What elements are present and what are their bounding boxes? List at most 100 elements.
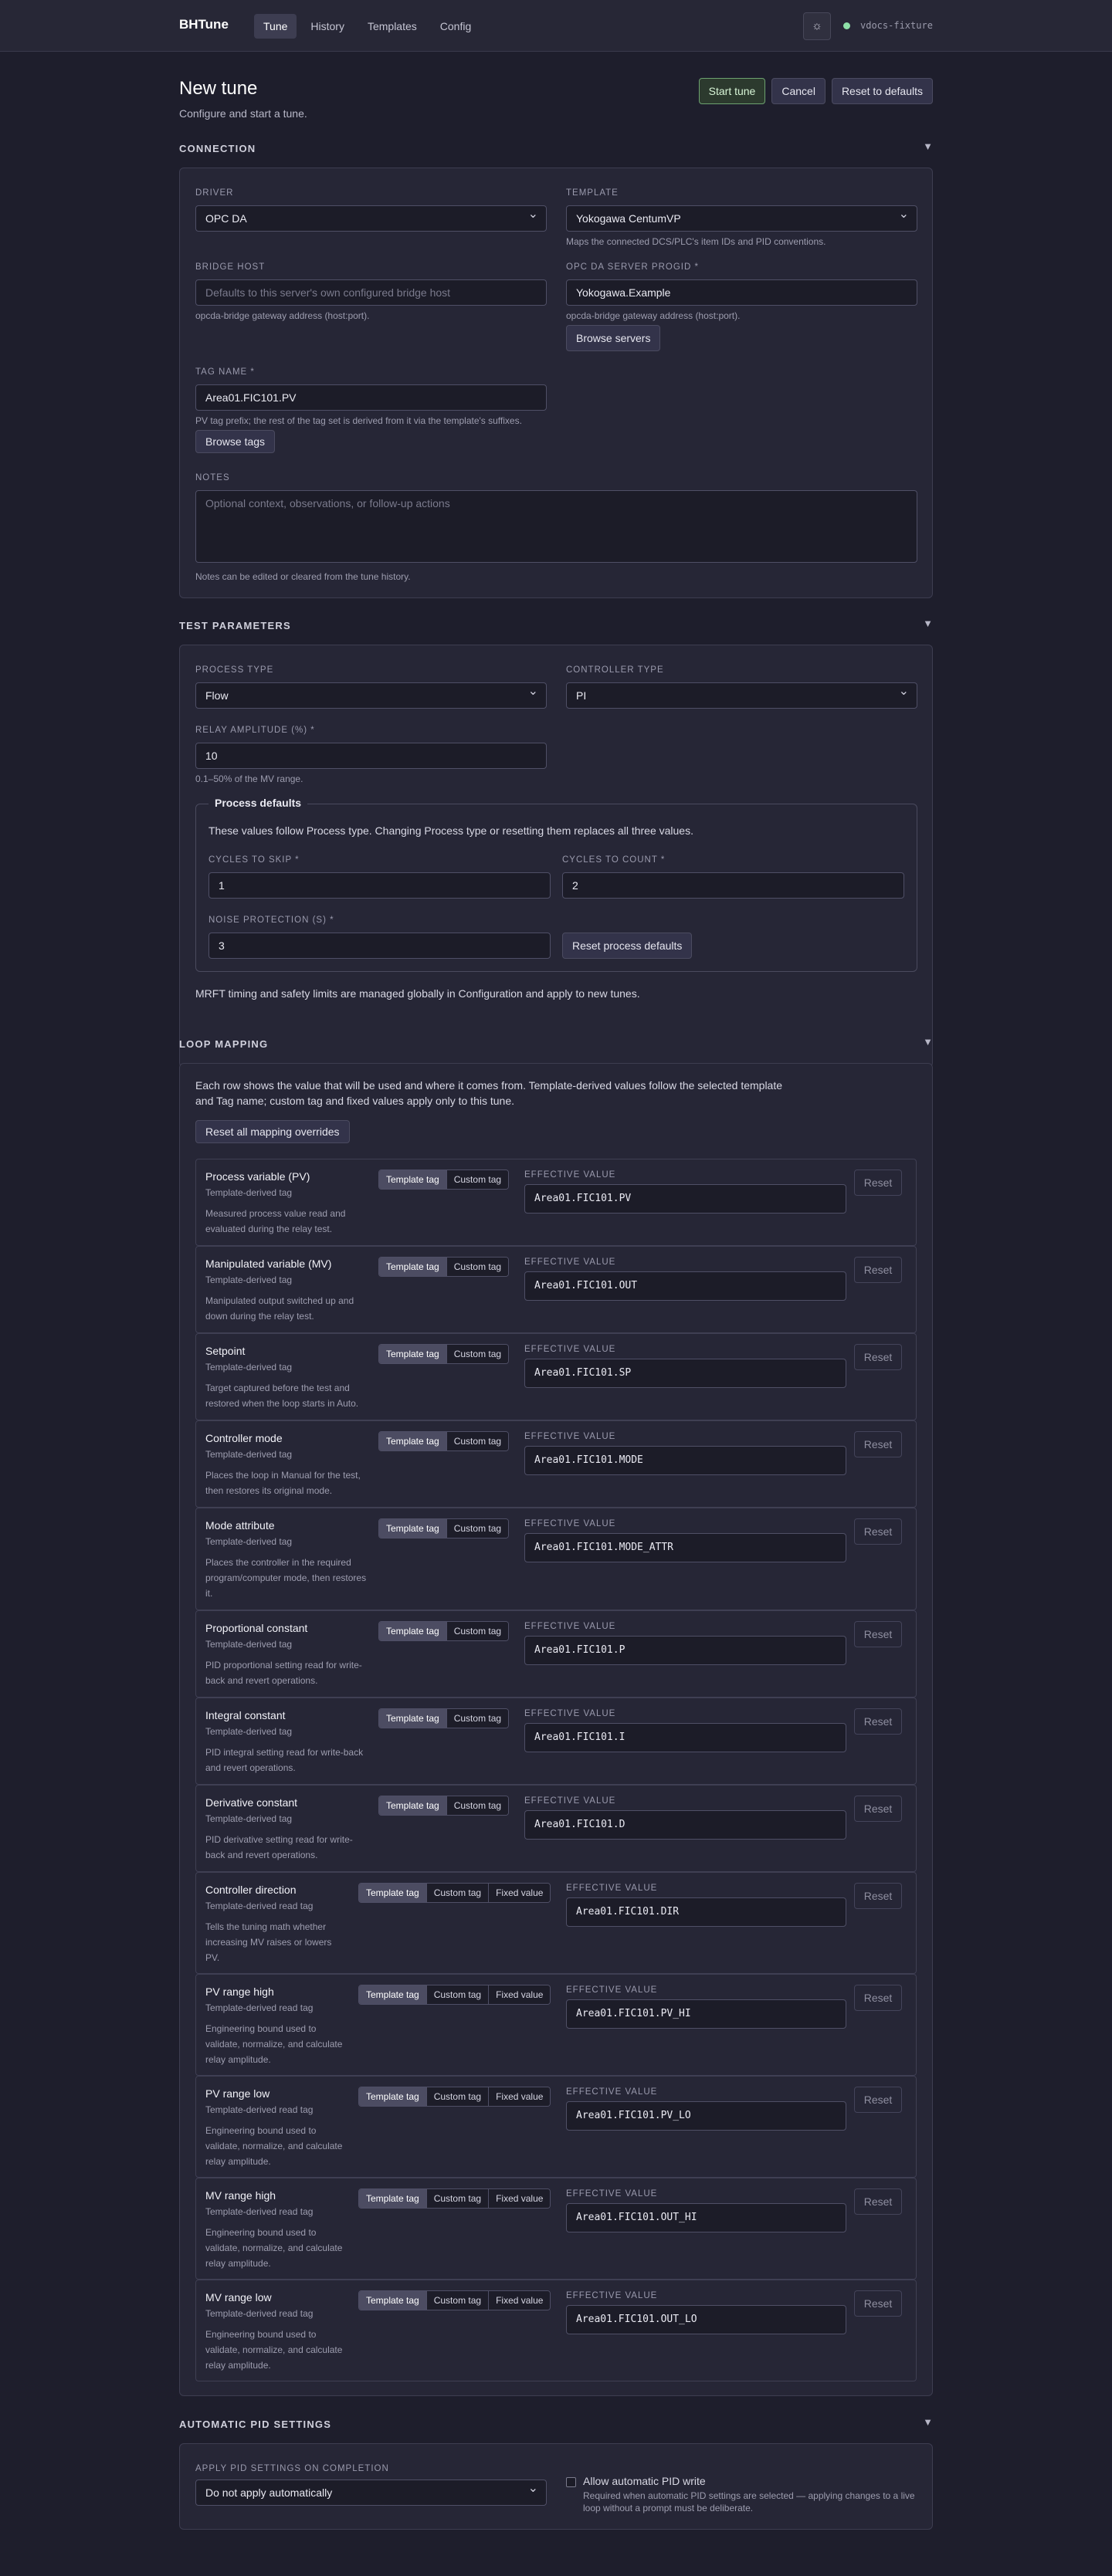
cycles-to-count-input[interactable]: 2	[562, 872, 904, 899]
reset-mapping-button[interactable]: Reset	[854, 1708, 902, 1735]
brand-logo[interactable]: BHTune	[179, 17, 229, 32]
custom-tag-option[interactable]: Custom tag	[425, 2087, 489, 2106]
reset-process-defaults-button[interactable]: Reset process defaults	[562, 933, 693, 959]
template-tag-option[interactable]: Template tag	[379, 1258, 446, 1276]
mapping-row-description-line: Places the controller in the required	[205, 1557, 351, 1568]
custom-tag-option[interactable]: Custom tag	[425, 1985, 489, 2004]
start-tune-button[interactable]: Start tune	[698, 78, 766, 104]
custom-tag-option[interactable]: Custom tag	[446, 1345, 509, 1363]
template-tag-option[interactable]: Template tag	[379, 1170, 446, 1189]
reset-all-mapping-overrides-button[interactable]: Reset all mapping overrides	[195, 1120, 350, 1143]
custom-tag-option[interactable]: Custom tag	[446, 1170, 509, 1189]
effective-value-field[interactable]: Area01.FIC101.MODE_ATTR	[524, 1533, 846, 1562]
theme-toggle-button[interactable]: ☼	[803, 12, 831, 40]
custom-tag-option[interactable]: Custom tag	[446, 1432, 509, 1450]
custom-tag-option[interactable]: Custom tag	[425, 2189, 489, 2208]
tab-tune[interactable]: Tune	[254, 14, 297, 39]
browse-tags-button[interactable]: Browse tags	[195, 430, 276, 453]
fixed-value-option[interactable]: Fixed value	[488, 2189, 551, 2208]
effective-value-label: EFFECTIVE VALUE	[524, 1170, 616, 1180]
noise-protection-input[interactable]: 3	[208, 933, 551, 959]
chevron-down-icon[interactable]: ▼	[923, 618, 933, 629]
template-tag-option[interactable]: Template tag	[379, 1519, 446, 1538]
loop-mapping-section-title[interactable]: LOOP MAPPING	[179, 1038, 268, 1050]
custom-tag-option[interactable]: Custom tag	[446, 1796, 509, 1815]
driver-select[interactable]: OPC DA	[195, 202, 547, 232]
custom-tag-option[interactable]: Custom tag	[446, 1258, 509, 1276]
effective-value-field[interactable]: Area01.FIC101.MODE	[524, 1446, 846, 1475]
chevron-down-icon[interactable]: ▼	[923, 2416, 933, 2428]
reset-mapping-button[interactable]: Reset	[854, 1621, 902, 1647]
template-tag-option[interactable]: Template tag	[379, 1432, 446, 1450]
connection-section-title[interactable]: CONNECTION	[179, 143, 256, 154]
custom-tag-option[interactable]: Custom tag	[425, 2291, 489, 2310]
template-tag-option[interactable]: Template tag	[379, 1796, 446, 1815]
apply-pid-select[interactable]: Do not apply automatically	[195, 2476, 547, 2506]
reset-mapping-button[interactable]: Reset	[854, 1796, 902, 1822]
reset-mapping-button[interactable]: Reset	[854, 1344, 902, 1370]
test-parameters-section-title[interactable]: TEST PARAMETERS	[179, 620, 291, 631]
template-tag-option[interactable]: Template tag	[359, 2189, 426, 2208]
fixed-value-option[interactable]: Fixed value	[488, 1985, 551, 2004]
mapping-row-description-line: PID proportional setting read for write-	[205, 1660, 362, 1671]
fixed-value-option[interactable]: Fixed value	[488, 2291, 551, 2310]
effective-value-field[interactable]: Area01.FIC101.SP	[524, 1359, 846, 1388]
auto-pid-section-title[interactable]: AUTOMATIC PID SETTINGS	[179, 2419, 331, 2430]
cycles-to-skip-input[interactable]: 1	[208, 872, 551, 899]
template-tag-option[interactable]: Template tag	[359, 1884, 426, 1902]
template-tag-option[interactable]: Template tag	[379, 1622, 446, 1640]
allow-pid-write-label[interactable]: Allow automatic PID write	[583, 2475, 706, 2487]
allow-pid-write-checkbox[interactable]	[566, 2477, 576, 2487]
template-tag-option[interactable]: Template tag	[379, 1709, 446, 1728]
reset-to-defaults-button[interactable]: Reset to defaults	[831, 78, 933, 104]
template-tag-option[interactable]: Template tag	[359, 2087, 426, 2106]
reset-mapping-button[interactable]: Reset	[854, 1985, 902, 2011]
custom-tag-option[interactable]: Custom tag	[446, 1622, 509, 1640]
fixed-value-option[interactable]: Fixed value	[488, 2087, 551, 2106]
custom-tag-option[interactable]: Custom tag	[446, 1709, 509, 1728]
template-tag-option[interactable]: Template tag	[359, 1985, 426, 2004]
template-tag-option[interactable]: Template tag	[359, 2291, 426, 2310]
tag-name-input[interactable]: Area01.FIC101.PV	[195, 384, 547, 411]
effective-value-field[interactable]: Area01.FIC101.P	[524, 1636, 846, 1665]
effective-value-field[interactable]: Area01.FIC101.OUT_LO	[566, 2305, 846, 2334]
effective-value-field[interactable]: Area01.FIC101.OUT_HI	[566, 2203, 846, 2232]
mapping-row-description: Places the controller in the required pro…	[205, 1555, 366, 1601]
chevron-down-icon[interactable]: ▼	[923, 140, 933, 152]
reset-mapping-button[interactable]: Reset	[854, 2087, 902, 2113]
connection-status-dot-icon	[843, 22, 850, 29]
reset-mapping-button[interactable]: Reset	[854, 1518, 902, 1545]
effective-value-field[interactable]: Area01.FIC101.PV_LO	[566, 2101, 846, 2131]
notes-textarea[interactable]: Optional context, observations, or follo…	[195, 490, 917, 563]
template-select[interactable]: Yokogawa CentumVP	[566, 202, 917, 232]
relay-amplitude-input[interactable]: 10	[195, 743, 547, 769]
custom-tag-option[interactable]: Custom tag	[425, 1884, 489, 1902]
custom-tag-option[interactable]: Custom tag	[446, 1519, 509, 1538]
progid-input[interactable]: Yokogawa.Example	[566, 279, 917, 306]
effective-value-field[interactable]: Area01.FIC101.PV	[524, 1184, 846, 1214]
reset-mapping-button[interactable]: Reset	[854, 2188, 902, 2215]
effective-value-field[interactable]: Area01.FIC101.PV_HI	[566, 1999, 846, 2029]
reset-mapping-button[interactable]: Reset	[854, 1170, 902, 1196]
template-tag-option[interactable]: Template tag	[379, 1345, 446, 1363]
effective-value-field[interactable]: Area01.FIC101.DIR	[566, 1897, 846, 1927]
tab-config[interactable]: Config	[431, 14, 480, 39]
process-type-select[interactable]: Flow	[195, 679, 547, 709]
effective-value-field[interactable]: Area01.FIC101.I	[524, 1723, 846, 1752]
reset-mapping-button[interactable]: Reset	[854, 1257, 902, 1283]
effective-value-field[interactable]: Area01.FIC101.D	[524, 1810, 846, 1840]
tab-history[interactable]: History	[301, 14, 354, 39]
tab-templates[interactable]: Templates	[358, 14, 426, 39]
fixed-value-option[interactable]: Fixed value	[488, 1884, 551, 1902]
effective-value-field[interactable]: Area01.FIC101.OUT	[524, 1271, 846, 1301]
reset-mapping-button[interactable]: Reset	[854, 2290, 902, 2317]
chevron-down-icon[interactable]: ▼	[923, 1036, 933, 1048]
cancel-button[interactable]: Cancel	[771, 78, 826, 104]
browse-servers-button[interactable]: Browse servers	[566, 325, 661, 351]
reset-mapping-button[interactable]: Reset	[854, 1883, 902, 1909]
mapping-row: PV range high Template-derived read tag En…	[195, 1974, 917, 2076]
reset-mapping-button[interactable]: Reset	[854, 1431, 902, 1457]
controller-type-select[interactable]: PI	[566, 679, 917, 709]
allow-pid-write-help-2: loop without a prompt must be deliberate…	[583, 2503, 754, 2513]
bridge-host-input[interactable]: Defaults to this server's own configured…	[195, 279, 547, 306]
